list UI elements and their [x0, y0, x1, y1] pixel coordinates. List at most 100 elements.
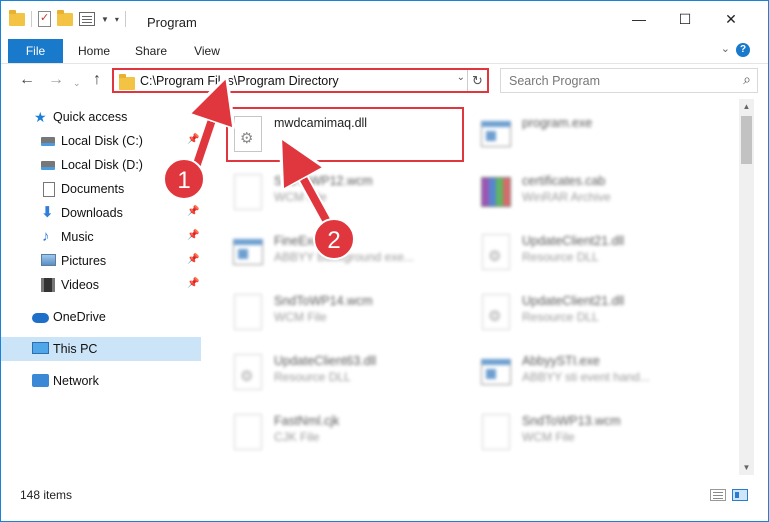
file-list: mwdcamimaq.dll SndToWP12.wcm WCM File Fi…	[203, 99, 739, 475]
sidebar-item-onedrive[interactable]: OneDrive	[1, 305, 201, 329]
tab-view[interactable]: View	[187, 39, 227, 63]
file-type: WCM File	[274, 190, 327, 204]
exe-file-icon	[479, 351, 513, 393]
file-name: UpdateClient63.dll	[274, 354, 377, 368]
page-shape	[482, 234, 510, 270]
up-arrow-icon[interactable]: ↑	[93, 71, 101, 89]
properties-checkmark-icon[interactable]	[38, 11, 51, 27]
sidebar-item-pictures[interactable]: Pictures 📌	[1, 249, 201, 273]
file-item[interactable]: SndToWP12.wcm WCM File	[227, 165, 467, 221]
file-item[interactable]: UpdateClient21.dll Resource DLL	[475, 285, 715, 341]
page-shape	[234, 294, 262, 330]
recent-locations-chevron-icon[interactable]: ⌄	[73, 74, 81, 92]
tab-share[interactable]: Share	[129, 39, 173, 63]
file-icon	[231, 291, 265, 333]
network-icon	[32, 374, 49, 388]
address-bar[interactable]: C:\Program Files\Program Directory ⌄ ↻	[112, 68, 489, 93]
properties-icon[interactable]	[79, 12, 95, 26]
tab-file[interactable]: File	[8, 39, 63, 63]
search-placeholder: Search Program	[509, 74, 601, 88]
chevron-down-icon[interactable]: ⌄	[457, 72, 465, 83]
item-count: 148 items	[20, 488, 73, 502]
sidebar-item-videos[interactable]: Videos 📌	[1, 273, 201, 297]
refresh-icon[interactable]: ↻	[467, 70, 487, 91]
page-shape	[234, 174, 262, 210]
pin-icon[interactable]: 📌	[187, 230, 199, 241]
page-shape	[482, 294, 510, 330]
sidebar-item-label: Downloads	[61, 206, 123, 220]
minimize-button[interactable]: —	[625, 9, 653, 29]
file-item[interactable]: SndToWP14.wcm WCM File	[227, 285, 467, 341]
scroll-down-icon[interactable]: ▼	[739, 460, 754, 475]
expand-ribbon-icon[interactable]: ⌄	[721, 42, 730, 55]
file-name: certificates.cab	[522, 174, 606, 188]
toolbar-divider	[124, 11, 126, 27]
new-folder-icon[interactable]	[57, 9, 73, 26]
music-icon: ♪	[42, 228, 50, 245]
pin-icon[interactable]: 📌	[187, 206, 199, 217]
pin-icon[interactable]: 📌	[187, 134, 199, 145]
scroll-up-icon[interactable]: ▲	[739, 99, 754, 114]
tab-home[interactable]: Home	[73, 39, 115, 63]
scrollbar-thumb[interactable]	[741, 116, 752, 164]
cloud-icon	[32, 310, 49, 324]
star-icon: ★	[34, 109, 47, 125]
help-icon[interactable]: ?	[736, 43, 750, 57]
sidebar-item-downloads[interactable]: ⬇ Downloads 📌	[1, 201, 201, 225]
file-type: Resource DLL	[274, 370, 351, 384]
page-shape	[482, 414, 510, 450]
folder-icon[interactable]	[9, 9, 25, 26]
drive-shape	[41, 137, 55, 146]
videos-icon	[41, 278, 57, 292]
window-shape	[481, 359, 511, 385]
large-icons-view-icon[interactable]	[732, 489, 748, 501]
file-item[interactable]: FastNml.cjk CJK File	[227, 405, 467, 461]
sidebar-item-music[interactable]: ♪ Music 📌	[1, 225, 201, 249]
sidebar-item-this-pc[interactable]: This PC	[1, 337, 201, 361]
pictures-icon	[41, 254, 57, 268]
film-shape	[41, 278, 55, 292]
sidebar-item-label: Quick access	[53, 110, 128, 124]
pin-icon[interactable]: 📌	[187, 254, 199, 265]
picture-shape	[41, 254, 56, 266]
file-type: CJK File	[274, 430, 320, 444]
monitor-shape	[32, 342, 49, 354]
file-explorer-window: ▼ ▾ Program — ☐ ✕ File Home Share View ⌄…	[0, 0, 769, 522]
file-item[interactable]: SndToWP13.wcm WCM File	[475, 405, 715, 461]
selected-file-highlight	[226, 107, 464, 162]
file-name: SndToWP14.wcm	[274, 294, 373, 308]
vertical-scrollbar[interactable]: ▲ ▼	[739, 99, 754, 475]
sidebar-item-label: Local Disk (D:)	[61, 158, 143, 172]
details-view-icon[interactable]	[710, 489, 726, 501]
chevron-down-icon[interactable]: ▼	[101, 15, 109, 24]
dll-file-icon	[479, 291, 513, 333]
step-badge-2: 2	[313, 218, 355, 260]
file-item[interactable]: UpdateClient21.dll Resource DLL	[475, 225, 715, 281]
customize-toolbar-icon[interactable]: ▾	[115, 15, 119, 24]
pin-icon[interactable]: 📌	[187, 278, 199, 289]
sidebar-item-label: Videos	[61, 278, 99, 292]
sidebar-item-local-disk-c[interactable]: Local Disk (C:) 📌	[1, 129, 201, 153]
file-item[interactable]: program.exe	[475, 107, 715, 163]
file-icon	[231, 171, 265, 213]
search-icon[interactable]: ⌕	[743, 71, 751, 88]
file-item[interactable]: UpdateClient63.dll Resource DLL	[227, 345, 467, 401]
sidebar-item-label: Documents	[61, 182, 125, 196]
search-box[interactable]: Search Program ⌕	[500, 68, 758, 93]
address-path[interactable]: C:\Program Files\Program Directory	[140, 74, 339, 88]
sidebar-item-network[interactable]: Network	[1, 369, 201, 393]
downloads-icon: ⬇	[41, 204, 54, 221]
back-arrow-icon[interactable]: ←	[19, 71, 35, 89]
file-item[interactable]: AbbyySTI.exe ABBYY sti event hand...	[475, 345, 715, 401]
archive-file-icon	[479, 171, 513, 213]
sidebar-item-label: Music	[61, 230, 94, 244]
window-shape	[481, 121, 511, 147]
file-item[interactable]: certificates.cab WinRAR Archive	[475, 165, 715, 221]
dll-file-icon	[231, 351, 265, 393]
maximize-button[interactable]: ☐	[671, 9, 699, 29]
sidebar-item-quick-access[interactable]: ★ Quick access	[1, 105, 201, 129]
close-button[interactable]: ✕	[717, 9, 745, 29]
navigation-pane: ★ Quick access Local Disk (C:) 📌 Local D…	[1, 99, 201, 475]
forward-arrow-icon[interactable]: →	[48, 71, 64, 89]
sidebar-item-label: OneDrive	[53, 310, 106, 324]
